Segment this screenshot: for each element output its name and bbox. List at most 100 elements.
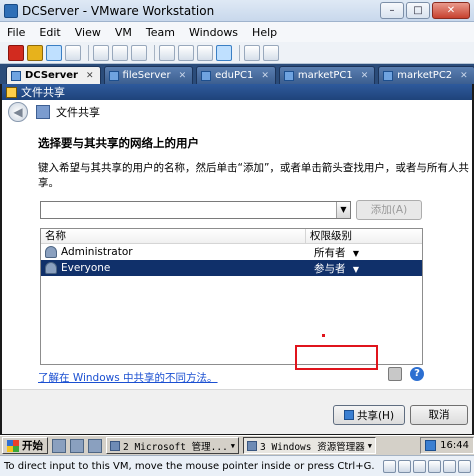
close-icon[interactable]: ✕ <box>361 71 369 81</box>
server-manager-icon[interactable] <box>52 438 66 453</box>
tab-marketpc1[interactable]: marketPC1 ✕ <box>278 66 376 84</box>
window-controls: – □ ✕ <box>378 2 470 19</box>
tab-dcserver[interactable]: DCServer ✕ <box>6 66 101 84</box>
snapshot-manager-icon[interactable] <box>131 44 147 61</box>
start-label: 开始 <box>22 440 43 452</box>
suspend-icon[interactable] <box>27 44 43 61</box>
usb-icon[interactable] <box>428 459 441 473</box>
user-name-combobox[interactable]: ▼ <box>40 201 351 219</box>
annotation-dot <box>322 334 325 337</box>
unity-icon[interactable] <box>244 44 260 61</box>
vmware-icon <box>4 3 18 18</box>
window-titlebar[interactable]: DCServer - VMware Workstation – □ ✕ <box>0 0 474 22</box>
permission-dropdown[interactable]: 所有者 ▼ <box>310 245 359 260</box>
user-icon <box>45 246 57 258</box>
snapshot-icon[interactable] <box>93 44 109 61</box>
preferences-icon[interactable] <box>263 44 279 61</box>
sidebar-icon[interactable] <box>159 44 175 61</box>
close-icon[interactable]: ✕ <box>460 71 468 81</box>
cancel-button[interactable]: 取消 <box>410 405 468 425</box>
menu-windows[interactable]: Windows <box>182 26 245 39</box>
tab-fileserver[interactable]: fileServer ✕ <box>103 66 194 84</box>
power-on-icon[interactable] <box>46 44 62 61</box>
column-header-name[interactable]: 名称 <box>41 229 306 243</box>
list-item[interactable]: Everyone 参与者 ▼ <box>41 260 422 276</box>
close-button[interactable]: ✕ <box>432 2 470 19</box>
menu-team[interactable]: Team <box>139 26 182 39</box>
vm-tab-bar: DCServer ✕ fileServer ✕ eduPC1 ✕ marketP… <box>0 64 474 84</box>
command-prompt-icon[interactable] <box>70 438 84 453</box>
toolbar-separator <box>239 44 240 61</box>
taskbar-item-label: 3 Windows 资源管理器 <box>260 441 365 453</box>
close-icon[interactable]: ✕ <box>261 71 269 81</box>
menu-file[interactable]: File <box>0 26 32 39</box>
menu-view[interactable]: View <box>68 26 108 39</box>
message-icon[interactable] <box>458 459 471 473</box>
chevron-down-icon[interactable]: ▼ <box>336 202 350 218</box>
vm-icon <box>201 70 212 81</box>
help-icon[interactable]: ? <box>410 367 424 381</box>
start-button[interactable]: 开始 <box>2 437 48 454</box>
windows-logo-icon <box>7 439 19 452</box>
hard-disk-icon[interactable] <box>383 459 396 473</box>
explorer-icon[interactable] <box>88 438 102 453</box>
tab-marketpc2[interactable]: marketPC2 ✕ <box>378 66 474 84</box>
cd-rom-icon[interactable] <box>398 459 411 473</box>
clock[interactable]: 16:44 <box>440 440 469 451</box>
menu-bar: File Edit View VM Team Windows Help <box>0 22 474 42</box>
vm-console[interactable]: 文件共享 ◀ 文件共享 选择要与其共享的网络上的用户 键入希望与其共享的用户的名… <box>0 84 474 435</box>
sound-icon[interactable] <box>443 459 456 473</box>
shield-icon <box>343 410 354 420</box>
share-user-list[interactable]: 名称 权限级别 Administrator 所有者 ▼ Everyone 参与者… <box>40 228 423 370</box>
sharing-help-link[interactable]: 了解在 Windows 中共享的不同方法。 <box>38 370 218 385</box>
maximize-button[interactable]: □ <box>406 2 430 19</box>
list-header: 名称 权限级别 <box>41 229 422 244</box>
share-button[interactable]: 共享(H) <box>333 405 405 425</box>
add-button[interactable]: 添加(A) <box>356 200 422 220</box>
chevron-down-icon: ▼ <box>230 441 236 450</box>
quick-switch-icon[interactable] <box>178 44 194 61</box>
full-screen-icon[interactable] <box>216 44 232 61</box>
close-icon[interactable]: ✕ <box>179 71 187 81</box>
dialog-nav: ◀ 文件共享 <box>2 100 472 124</box>
toolbar-separator <box>88 44 89 61</box>
window-title: DCServer - VMware Workstation <box>22 3 215 18</box>
close-icon[interactable]: ✕ <box>86 71 94 81</box>
dialog-footer: 共享(H) 取消 <box>2 390 472 434</box>
menu-edit[interactable]: Edit <box>32 26 67 39</box>
menu-help[interactable]: Help <box>245 26 284 39</box>
revert-snapshot-icon[interactable] <box>112 44 128 61</box>
tab-edupc1[interactable]: eduPC1 ✕ <box>196 66 276 84</box>
dialog-instruction: 键入希望与其共享的用户的名称，然后单击“添加”，或者单击箭头查找用户，或者与所有… <box>38 162 469 189</box>
taskbar-item-explorer[interactable]: 3 Windows 资源管理器 ▼ <box>243 437 376 454</box>
user-group-icon <box>45 262 57 274</box>
device-icons <box>381 459 474 473</box>
annotation-highlight-box <box>295 345 378 370</box>
folder-icon <box>247 440 258 451</box>
permission-value: 所有者 <box>314 246 346 259</box>
chevron-down-icon: ▼ <box>352 264 359 274</box>
dialog-titlebar: 文件共享 <box>2 84 472 100</box>
vm-icon <box>108 70 119 81</box>
dialog-title: 文件共享 <box>21 86 65 99</box>
vm-icon <box>283 70 294 81</box>
list-item[interactable]: Administrator 所有者 ▼ <box>41 244 422 260</box>
tab-label: marketPC1 <box>297 70 353 81</box>
column-header-permission[interactable]: 权限级别 <box>306 229 422 243</box>
power-off-icon[interactable] <box>8 44 24 61</box>
reset-icon[interactable] <box>65 44 81 61</box>
share-button-label: 共享(H) <box>356 409 395 422</box>
network-adapter-icon[interactable] <box>413 459 426 473</box>
network-icon[interactable] <box>425 440 437 451</box>
permission-dropdown[interactable]: 参与者 ▼ <box>310 261 359 276</box>
taskbar-item-management[interactable]: 2 Microsoft 管理... ▼ <box>106 437 240 454</box>
minimize-button[interactable]: – <box>380 2 404 19</box>
chevron-down-icon: ▼ <box>352 248 359 258</box>
taskbar-item-label: 2 Microsoft 管理... <box>123 441 228 453</box>
dialog-heading: 选择要与其共享的网络上的用户 <box>38 136 199 150</box>
console-view-icon[interactable] <box>197 44 213 61</box>
permission-value: 参与者 <box>314 262 346 275</box>
nav-title: 文件共享 <box>56 106 100 119</box>
menu-vm[interactable]: VM <box>108 26 139 39</box>
back-button[interactable]: ◀ <box>8 102 28 122</box>
